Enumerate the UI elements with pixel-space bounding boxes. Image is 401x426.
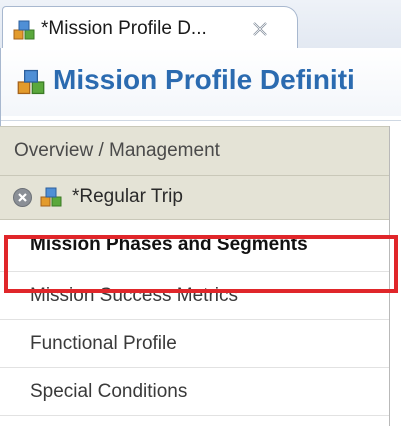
- mission-profile-icon: [40, 186, 62, 208]
- nav-item-mission-phases[interactable]: Mission Phases and Segments: [0, 220, 389, 272]
- nav-item-label: Functional Profile: [30, 333, 177, 354]
- nav-item-label: Special Conditions: [30, 381, 188, 402]
- nav-item-functional-profile[interactable]: Functional Profile: [0, 320, 389, 368]
- mission-profile-icon: [13, 19, 35, 41]
- nav-item-success-metrics[interactable]: Mission Success Metrics: [0, 272, 389, 320]
- nav-item-label: Overview / Management: [14, 140, 220, 161]
- close-x-icon[interactable]: [249, 18, 271, 40]
- nav-item-label: Mission Success Metrics: [30, 285, 238, 306]
- nav-item-regular-trip[interactable]: *Regular Trip: [0, 176, 389, 220]
- section-nav: Overview / Management *Regular Trip Miss…: [0, 126, 390, 426]
- nav-item-special-conditions[interactable]: Special Conditions: [0, 368, 389, 416]
- mission-profile-icon: [17, 68, 45, 96]
- nav-item-label: *Regular Trip: [72, 186, 183, 207]
- page-title: Mission Profile Definiti: [53, 64, 355, 95]
- header-divider: [1, 120, 401, 121]
- editor-tab-strip: *Mission Profile D...: [0, 0, 401, 52]
- remove-circle-icon[interactable]: [12, 187, 33, 208]
- nav-item-overview[interactable]: Overview / Management: [0, 126, 389, 176]
- editor-header: Mission Profile Definiti: [1, 48, 401, 116]
- tab-title: *Mission Profile D...: [41, 18, 207, 39]
- nav-item-label: Mission Phases and Segments: [30, 234, 308, 255]
- editor-tab[interactable]: *Mission Profile D...: [2, 6, 298, 52]
